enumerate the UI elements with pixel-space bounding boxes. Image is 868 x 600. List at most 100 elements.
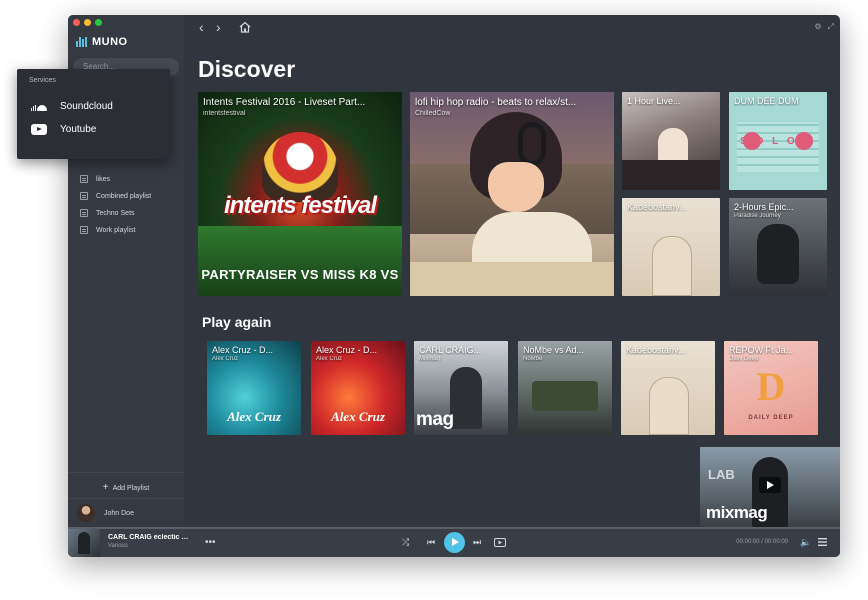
player-bar: CARL CRAIG eclectic m... Various ••• ⤮ ⏮…: [68, 527, 840, 557]
card-art-festival-logo: intents festival: [223, 192, 377, 219]
card-subtitle: Paradise Journey: [734, 213, 781, 219]
card-art-text: DAILY DEEP: [748, 415, 794, 421]
sidebar-item-likes[interactable]: likes: [80, 175, 110, 183]
discover-card[interactable]: intents festival PARTYRAISER VS MISS K8 …: [198, 92, 402, 296]
card-title: Alex Cruz - D...: [316, 345, 378, 355]
volume-icon[interactable]: 🔈: [800, 537, 811, 547]
card-title: CARL CRAIG...: [419, 345, 482, 355]
service-label: Soundcloud: [60, 101, 113, 112]
card-title: Alex Cruz - D...: [212, 345, 274, 355]
card-title: DUM DEE DUM: [734, 96, 799, 106]
settings-icon[interactable]: ⚙: [814, 22, 821, 32]
close-window-button[interactable]: [73, 19, 80, 26]
discover-card[interactable]: 2-Hours Epic... Paradise Journey: [729, 198, 827, 296]
card-title: REPOW Ft Ja...: [729, 345, 794, 355]
card-subtitle: NoMbe: [523, 356, 543, 362]
queue-menu-icon[interactable]: [818, 538, 827, 546]
discover-heading: Discover: [198, 56, 296, 82]
play-again-card[interactable]: NoMbe vs Ad... NoMbe: [518, 341, 612, 435]
card-subtitle: Daily Deep: [729, 356, 759, 362]
maximize-window-button[interactable]: [95, 19, 102, 26]
card-subtitle: Mixmag: [419, 356, 441, 362]
play-again-card[interactable]: Alex Cruz Alex Cruz - D... Alex Cruz: [207, 341, 301, 435]
window-controls: [73, 19, 102, 26]
discover-card[interactable]: lofi hip hop radio - beats to relax/st..…: [410, 92, 614, 296]
minimize-window-button[interactable]: [84, 19, 91, 26]
card-art-field: [198, 226, 402, 296]
home-icon[interactable]: [239, 21, 251, 33]
video-icon[interactable]: [494, 538, 506, 547]
services-dropdown-title: Services: [29, 77, 56, 84]
mini-video-player[interactable]: LAB mixmag: [700, 447, 840, 527]
user-name: John Doe: [104, 509, 134, 517]
playlist-label: likes: [96, 175, 111, 183]
next-track-icon[interactable]: ⏭: [473, 537, 481, 547]
window-icons: ⚙ ⤢: [814, 22, 834, 32]
sidebar-item-techno-sets[interactable]: Techno Sets: [80, 209, 135, 217]
playlist-icon: [80, 209, 88, 217]
previous-track-icon[interactable]: ⏮: [427, 537, 435, 547]
playlist-label: Work playlist: [96, 226, 136, 234]
play-again-card[interactable]: Alex Cruz Alex Cruz - D... Alex Cruz: [311, 341, 405, 435]
mini-player-brand: mixmag: [706, 503, 768, 522]
app-name: MUNO: [92, 36, 128, 48]
mini-player-tag: LAB: [708, 467, 735, 482]
card-art-person: [450, 367, 482, 429]
add-playlist-button[interactable]: + Add Playlist: [68, 472, 184, 493]
play-button[interactable]: [444, 532, 465, 553]
now-playing-title: CARL CRAIG eclectic m...: [108, 534, 190, 541]
service-item-soundcloud[interactable]: Soundcloud: [31, 101, 113, 112]
services-dropdown: Services Soundcloud Youtube: [17, 69, 170, 159]
plus-icon: +: [102, 482, 109, 493]
card-title: NoMbe vs Ad...: [523, 345, 585, 355]
forward-arrow-icon[interactable]: ›: [216, 19, 221, 35]
card-art-sofa: [532, 381, 598, 411]
card-art-text: Alex Cruz: [331, 409, 385, 424]
service-label: Youtube: [60, 124, 97, 135]
card-art-text: Alex Cruz: [227, 409, 281, 424]
card-art-headphones: [518, 122, 546, 166]
mini-player-play-button[interactable]: [759, 477, 781, 493]
play-again-card[interactable]: D DAILY DEEP REPOW Ft Ja... Daily Deep: [724, 341, 818, 435]
top-bar: ‹ › ⚙ ⤢: [184, 15, 840, 41]
play-again-card[interactable]: Kadebostany...: [621, 341, 715, 435]
play-again-heading: Play again: [202, 314, 272, 330]
user-profile[interactable]: John Doe: [68, 498, 184, 522]
card-art-figure: [757, 224, 799, 284]
shuffle-icon[interactable]: ⤮: [402, 537, 409, 547]
soundcloud-icon: [31, 103, 47, 111]
sidebar-item-combined-playlist[interactable]: Combined playlist: [80, 192, 151, 200]
playlist-icon: [80, 192, 88, 200]
card-subtitle: intentsfestival: [203, 110, 246, 117]
card-art-desk: [410, 262, 614, 296]
card-art-crowd: [622, 160, 720, 190]
now-playing-artist: Various: [108, 543, 128, 549]
card-title: 1 Hour Live...: [627, 96, 681, 106]
discover-card[interactable]: S O L O W DUM DEE DUM: [729, 92, 827, 190]
card-art-figure: [649, 377, 689, 435]
card-subtitle: Alex Cruz: [212, 356, 239, 362]
card-art-text: mag: [416, 409, 454, 430]
track-time: 00:00:00 / 00:00:00: [736, 539, 788, 545]
card-art-figure: [652, 236, 692, 296]
play-again-card[interactable]: mag CARL CRAIG... Mixmag: [414, 341, 508, 435]
sidebar-item-work-playlist[interactable]: Work playlist: [80, 226, 136, 234]
card-art-caption: PARTYRAISER VS MISS K8 VS: [201, 267, 399, 282]
service-item-youtube[interactable]: Youtube: [31, 124, 96, 135]
card-art-text: S O L O W: [740, 136, 816, 147]
card-art-dd-logo: D: [756, 364, 786, 409]
playlist-label: Combined playlist: [96, 192, 152, 200]
card-title: Kadebostany...: [626, 345, 686, 355]
back-arrow-icon[interactable]: ‹: [199, 19, 204, 35]
add-playlist-label: Add Playlist: [112, 485, 150, 492]
playlist-label: Techno Sets: [96, 209, 135, 217]
more-options-icon[interactable]: •••: [205, 537, 216, 548]
logo-equalizer-icon: [76, 37, 87, 47]
card-title: 2-Hours Epic...: [734, 202, 794, 212]
playlist-icon: [80, 175, 88, 183]
now-playing-artwork: [68, 529, 100, 557]
card-subtitle: Alex Cruz: [316, 356, 343, 362]
discover-card[interactable]: Kadebostany...: [622, 198, 720, 296]
expand-icon[interactable]: ⤢: [828, 22, 834, 32]
discover-card[interactable]: 1 Hour Live...: [622, 92, 720, 190]
